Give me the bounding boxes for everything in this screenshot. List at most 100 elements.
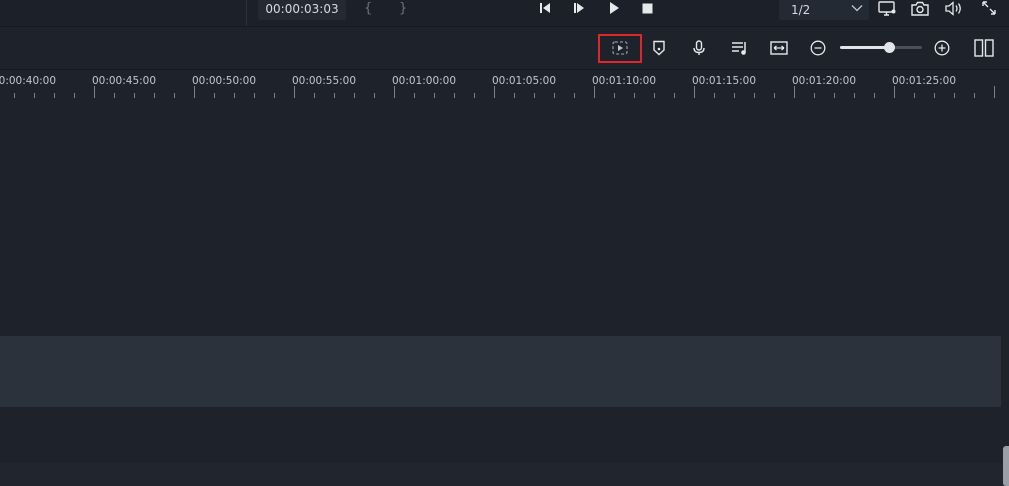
- ruler-minor-tick: [874, 93, 875, 98]
- ruler-minor-tick: [534, 93, 535, 98]
- ruler-major-tick: [894, 86, 895, 98]
- ruler-label: 00:00:50:00: [191, 75, 257, 87]
- ruler-label: 00:01:20:00: [791, 75, 857, 87]
- ruler-minor-tick: [434, 93, 435, 98]
- fit-timeline-button[interactable]: [767, 36, 791, 60]
- chevron-down-icon: [851, 5, 863, 12]
- ruler-minor-tick: [454, 93, 455, 98]
- audio-mixer-icon: [731, 42, 746, 55]
- divider: [246, 0, 247, 26]
- ruler-major-tick: [394, 86, 395, 98]
- ruler-minor-tick: [354, 93, 355, 98]
- panel-toggle-icon: [974, 39, 994, 57]
- ruler-minor-tick: [114, 93, 115, 98]
- ruler-label: 00:00:55:00: [291, 75, 357, 87]
- snapshot-button[interactable]: [910, 0, 930, 16]
- ruler-minor-tick: [554, 93, 555, 98]
- ruler-label: 00:01:05:00: [491, 75, 557, 87]
- ruler-minor-tick: [854, 93, 855, 98]
- timecode-display[interactable]: 00:00:03:03: [258, 0, 346, 20]
- ruler-major-tick: [294, 86, 295, 98]
- zoom-slider-thumb[interactable]: [884, 42, 895, 53]
- ruler-minor-tick: [314, 93, 315, 98]
- play-button[interactable]: [604, 0, 624, 16]
- ruler-minor-tick: [714, 93, 715, 98]
- video-track-area[interactable]: [0, 100, 1009, 335]
- microphone-icon: [693, 40, 705, 55]
- track-area[interactable]: [0, 408, 1009, 463]
- ruler-minor-tick: [254, 93, 255, 98]
- prev-frame-button[interactable]: [535, 0, 555, 16]
- ruler-major-tick: [494, 86, 495, 98]
- next-frame-icon: [574, 3, 584, 13]
- ruler-minor-tick: [374, 93, 375, 98]
- ruler-minor-tick: [974, 93, 975, 98]
- ruler-minor-tick: [654, 93, 655, 98]
- record-voiceover-button[interactable]: [687, 36, 711, 60]
- ruler-major-tick: [794, 86, 795, 98]
- ruler-minor-tick: [834, 93, 835, 98]
- ruler-label: 00:00:40:00: [0, 75, 57, 87]
- camera-icon: [911, 1, 929, 16]
- ruler-minor-tick: [274, 93, 275, 98]
- mark-in-button[interactable]: {: [364, 0, 372, 17]
- ruler-minor-tick: [734, 93, 735, 98]
- fullscreen-button[interactable]: [979, 0, 999, 16]
- next-frame-button[interactable]: [569, 0, 589, 16]
- fullscreen-icon: [982, 1, 996, 15]
- ruler-minor-tick: [14, 93, 15, 98]
- ruler-minor-tick: [774, 93, 775, 98]
- ruler-minor-tick: [934, 93, 935, 98]
- ruler-minor-tick: [74, 93, 75, 98]
- ruler-minor-tick: [814, 93, 815, 98]
- ruler-label: 00:01:15:00: [691, 75, 757, 87]
- ruler-minor-tick: [234, 93, 235, 98]
- zoom-in-button[interactable]: [930, 36, 954, 60]
- ruler-major-tick: [594, 86, 595, 98]
- ruler-minor-tick: [174, 93, 175, 98]
- ruler-minor-tick: [54, 93, 55, 98]
- ruler-minor-tick: [214, 93, 215, 98]
- vertical-scrollbar[interactable]: [1003, 446, 1009, 486]
- ruler-minor-tick: [334, 93, 335, 98]
- ruler-label: 00:01:00:00: [391, 75, 457, 87]
- mark-out-button[interactable]: }: [399, 0, 407, 17]
- ruler-minor-tick: [634, 93, 635, 98]
- ruler-minor-tick: [914, 93, 915, 98]
- ruler-major-tick: [994, 86, 995, 98]
- ruler-minor-tick: [154, 93, 155, 98]
- volume-icon: [945, 0, 961, 16]
- ruler-minor-tick: [474, 93, 475, 98]
- monitor-button[interactable]: [877, 0, 897, 16]
- zoom-slider-track[interactable]: [840, 46, 922, 49]
- page-select-value: 1/2: [791, 3, 811, 17]
- ruler-minor-tick: [954, 93, 955, 98]
- marker-button[interactable]: [647, 36, 671, 60]
- ruler-minor-tick: [754, 93, 755, 98]
- panel-toggle-button[interactable]: [972, 36, 996, 60]
- stop-button[interactable]: [637, 0, 657, 16]
- ruler-major-tick: [194, 86, 195, 98]
- track-area-bottom[interactable]: [0, 463, 1009, 486]
- ruler-minor-tick: [674, 93, 675, 98]
- play-icon: [610, 2, 619, 14]
- ruler-minor-tick: [614, 93, 615, 98]
- ruler-minor-tick: [574, 93, 575, 98]
- ruler-major-tick: [94, 86, 95, 98]
- audio-mixer-button[interactable]: [727, 36, 751, 60]
- zoom-in-icon: [934, 40, 950, 56]
- ruler-label: 00:00:45:00: [91, 75, 157, 87]
- zoom-out-button[interactable]: [806, 36, 830, 60]
- audio-track-area[interactable]: [0, 336, 1001, 407]
- ruler-label: 00:01:10:00: [591, 75, 657, 87]
- ruler-minor-tick: [34, 93, 35, 98]
- fit-timeline-icon: [770, 41, 788, 55]
- timeline-ruler[interactable]: 00:00:40:00 00:00:45:00 00:00:50:00 00:00:5…: [0, 70, 1009, 100]
- zoom-slider-fill: [840, 46, 890, 49]
- zoom-out-icon: [810, 40, 826, 56]
- ruler-minor-tick: [514, 93, 515, 98]
- stop-icon: [642, 3, 652, 13]
- marker-icon: [653, 40, 665, 56]
- page-select[interactable]: 1/2: [779, 0, 869, 20]
- volume-button[interactable]: [944, 0, 964, 16]
